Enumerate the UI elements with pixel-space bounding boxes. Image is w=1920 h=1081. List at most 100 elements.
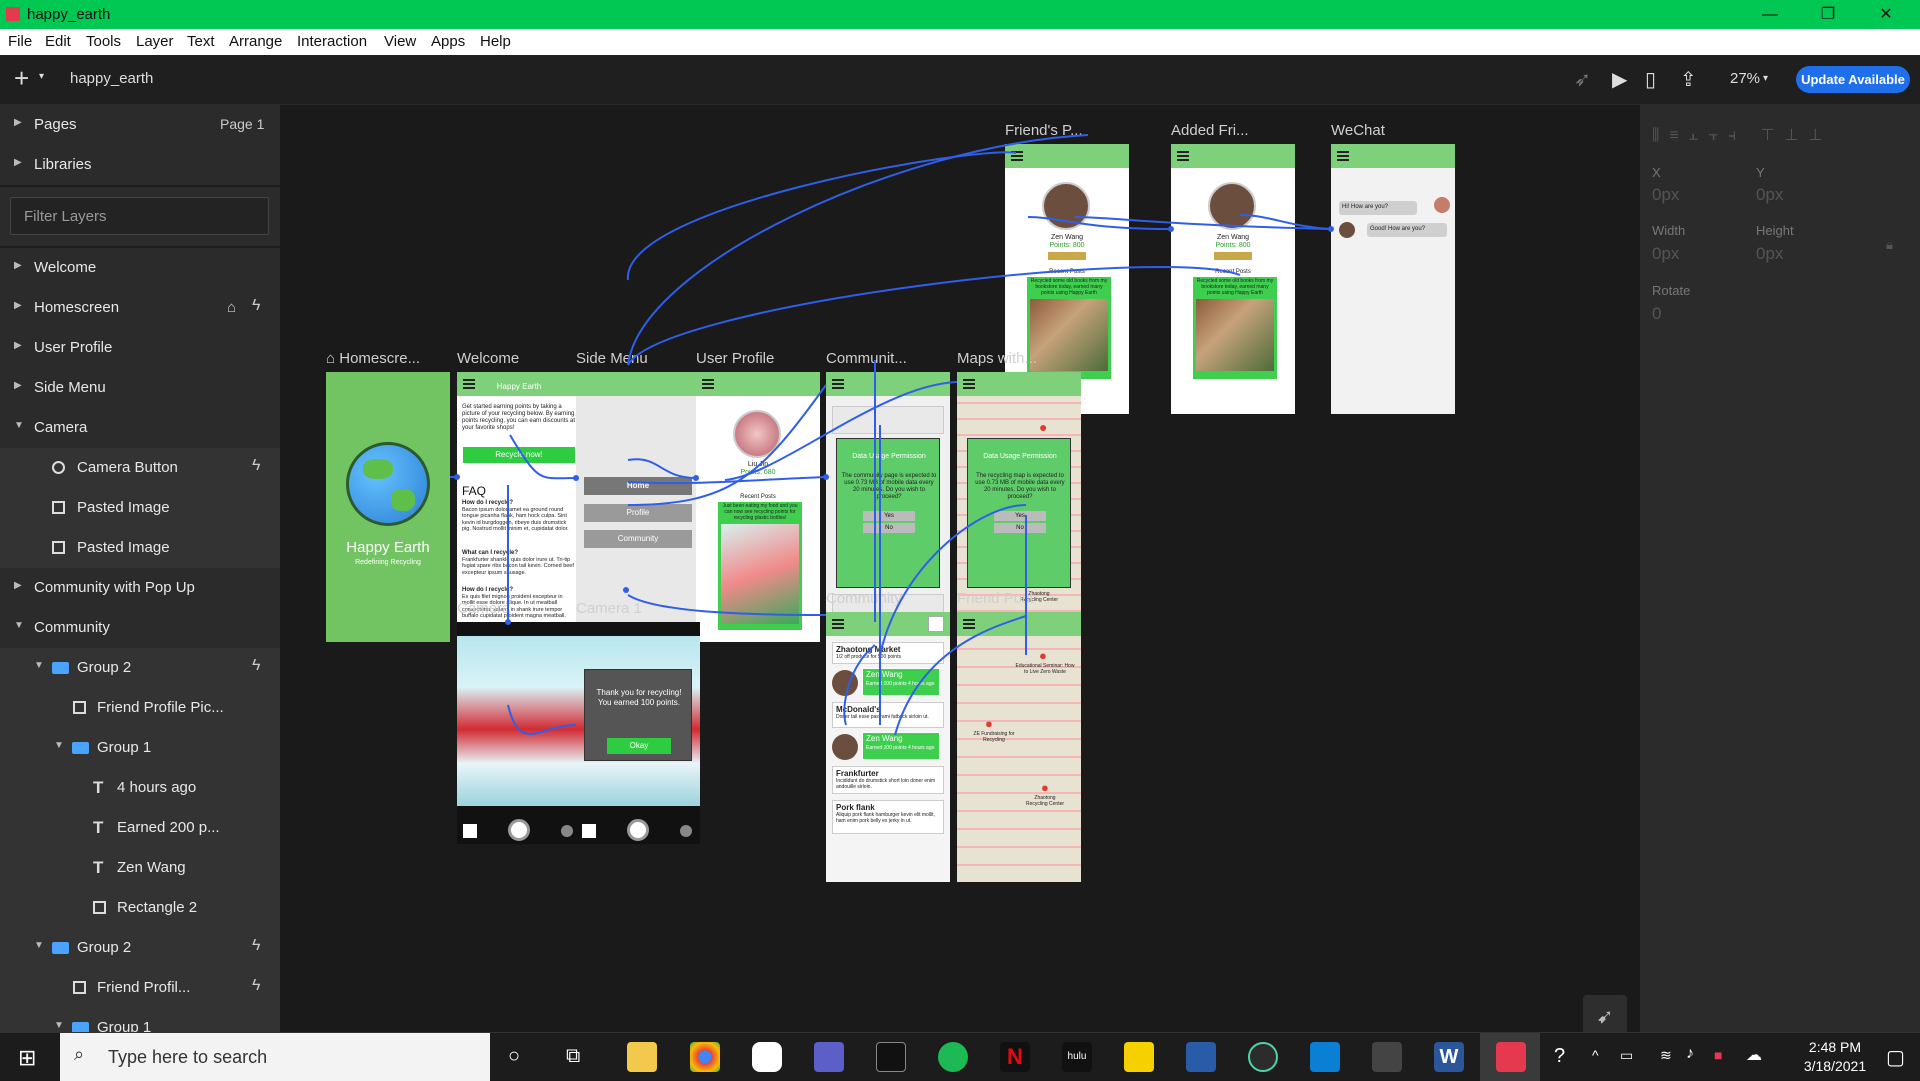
map-pin-icon[interactable]: ●: [1039, 648, 1047, 663]
lock-icon[interactable]: 🔒︎: [1886, 237, 1893, 253]
notification-badge-icon[interactable]: ■: [1714, 1047, 1722, 1063]
yes-button[interactable]: Yes: [994, 511, 1046, 521]
caret-down-icon[interactable]: ▼: [54, 740, 64, 751]
layer-group-1b[interactable]: ▼ Group 1: [0, 1008, 280, 1032]
artboard-camera[interactable]: [457, 622, 581, 844]
onedrive-icon[interactable]: ☁: [1746, 1045, 1762, 1065]
artboard-label-wechat[interactable]: WeChat: [1331, 122, 1385, 139]
task-view-icon[interactable]: ⧉: [566, 1045, 580, 1068]
list-item[interactable]: Pork flank Aliquip pork flank hamburger …: [832, 800, 944, 834]
libraries-row[interactable]: ▶ Libraries: [0, 145, 280, 185]
layer-rectangle-2[interactable]: Rectangle 2: [0, 888, 280, 928]
pages-row[interactable]: ▶ Pages Page 1: [0, 105, 280, 145]
tray-chevron-icon[interactable]: ^: [1592, 1047, 1599, 1063]
terminal-icon[interactable]: [876, 1042, 906, 1072]
hulu-icon[interactable]: hulu: [1062, 1042, 1092, 1072]
caret-right-icon[interactable]: ▶: [14, 340, 22, 351]
artboard-label-community-popup[interactable]: Communit...: [826, 350, 907, 367]
filter-layers-input[interactable]: Filter Layers: [10, 197, 269, 235]
y-field[interactable]: 0px: [1756, 185, 1783, 205]
layer-welcome[interactable]: ▶ Welcome: [0, 248, 280, 288]
artboard-homescreen[interactable]: Happy Earth Redefining Recycling: [326, 372, 450, 642]
camera-shutter-button[interactable]: [627, 819, 649, 841]
cortana-icon[interactable]: ○: [508, 1045, 520, 1068]
caret-right-icon[interactable]: ▶: [14, 300, 22, 311]
map-icon[interactable]: [928, 616, 944, 632]
spotify-icon[interactable]: [938, 1042, 968, 1072]
remote-desktop-icon[interactable]: [1310, 1042, 1340, 1072]
layer-text-zen-wang[interactable]: T Zen Wang: [0, 848, 280, 888]
minimize-button[interactable]: —: [1741, 0, 1799, 29]
close-button[interactable]: ✕: [1857, 0, 1915, 29]
artboard-label-camera1[interactable]: Camera 1: [576, 600, 642, 617]
hamburger-icon[interactable]: [1011, 151, 1023, 161]
layer-friend-profil[interactable]: Friend Profil... ϟ: [0, 968, 280, 1008]
caret-down-icon[interactable]: ▼: [34, 940, 44, 951]
file-explorer-icon[interactable]: [627, 1042, 657, 1072]
list-item[interactable]: McDonald's Doner tail esse pastrami fatb…: [832, 702, 944, 728]
menu-interaction[interactable]: Interaction: [297, 33, 367, 50]
volume-icon[interactable]: ♪: [1686, 1045, 1694, 1063]
activity-card[interactable]: Zen Wang Earned 200 points 4 hours ago: [862, 732, 940, 760]
protopie-icon[interactable]: [1496, 1042, 1526, 1072]
caret-right-icon[interactable]: ▶: [14, 260, 22, 271]
hamburger-icon[interactable]: [963, 619, 975, 629]
word-icon[interactable]: W: [1434, 1042, 1464, 1072]
artboard-label-added-friend[interactable]: Added Fri...: [1171, 122, 1249, 139]
layer-group-2b[interactable]: ▼ Group 2 ϟ: [0, 928, 280, 968]
zoom-level[interactable]: 27%: [1730, 70, 1760, 87]
map-pin-icon[interactable]: ●: [985, 716, 993, 731]
hotspot-icon[interactable]: ➶: [1574, 67, 1591, 92]
artboard-label-welcome[interactable]: Welcome: [457, 350, 519, 367]
menu-home-button[interactable]: Home: [584, 477, 692, 495]
device-preview-icon[interactable]: ▯: [1645, 67, 1656, 92]
hamburger-icon[interactable]: [963, 379, 975, 389]
action-center-icon[interactable]: ▢: [1886, 1045, 1905, 1070]
layer-user-profile[interactable]: ▶ User Profile: [0, 328, 280, 368]
system-clock[interactable]: 2:48 PM 3/18/2021: [1790, 1038, 1880, 1076]
map-pin-icon[interactable]: ●: [1041, 780, 1049, 795]
caret-right-icon[interactable]: ▶: [14, 380, 22, 391]
hamburger-icon[interactable]: [1177, 151, 1189, 161]
taskbar-search-box[interactable]: ⌕ Type here to search: [60, 1033, 490, 1081]
layer-group-1[interactable]: ▼ Group 1: [0, 728, 280, 768]
artboard-label-homescreen[interactable]: ⌂ Homescre...: [326, 350, 420, 367]
menu-view[interactable]: View: [384, 33, 416, 50]
update-available-button[interactable]: Update Available: [1796, 66, 1910, 93]
menu-arrange[interactable]: Arrange: [229, 33, 282, 50]
x-field[interactable]: 0px: [1652, 185, 1679, 205]
camera-shutter-button[interactable]: [508, 819, 530, 841]
yes-button[interactable]: Yes: [863, 511, 915, 521]
layer-friend-profile-pic[interactable]: Friend Profile Pic...: [0, 688, 280, 728]
menu-tools[interactable]: Tools: [86, 33, 121, 50]
menu-profile-button[interactable]: Profile: [584, 504, 692, 522]
recycle-now-button[interactable]: Recycle now!: [463, 447, 575, 463]
windows-start-icon[interactable]: ⊞: [18, 1045, 36, 1071]
wifi-icon[interactable]: ≋: [1660, 1047, 1672, 1064]
artboard-community[interactable]: Zhaotong Market 1/2 off produce for 500 …: [826, 612, 950, 882]
layer-pasted-image[interactable]: Pasted Image: [0, 528, 280, 568]
height-field[interactable]: 0px: [1756, 244, 1783, 264]
layer-group-2[interactable]: ▼ Group 2 ϟ: [0, 648, 280, 688]
menu-edit[interactable]: Edit: [45, 33, 71, 50]
artboard-label-friends-profile[interactable]: Friend's P...: [1005, 122, 1083, 139]
restore-button[interactable]: ❐: [1799, 0, 1857, 29]
hamburger-icon[interactable]: [832, 619, 844, 629]
layer-camera-button[interactable]: Camera Button ϟ: [0, 448, 280, 488]
okay-button[interactable]: Okay: [607, 738, 671, 754]
switch-camera-icon[interactable]: [561, 825, 573, 837]
design-canvas[interactable]: Friend's P... Added Fri... WeChat Zen Wa…: [280, 105, 1640, 1032]
artboard-camera-1[interactable]: Thank you for recycling! You earned 100 …: [576, 622, 700, 844]
caret-right-icon[interactable]: ▶: [14, 580, 22, 591]
page-value[interactable]: Page 1: [220, 116, 264, 132]
teams-icon[interactable]: [814, 1042, 844, 1072]
gallery-thumbnail[interactable]: [582, 824, 596, 838]
list-item[interactable]: Zhaotong Market 1/2 off produce for 500 …: [832, 642, 944, 664]
sticky-notes-icon[interactable]: [1124, 1042, 1154, 1072]
menu-file[interactable]: File: [8, 33, 32, 50]
layer-pasted-image[interactable]: Pasted Image: [0, 488, 280, 528]
powershell-icon[interactable]: [1186, 1042, 1216, 1072]
play-icon[interactable]: ▶: [1612, 67, 1627, 92]
battery-icon[interactable]: ▭: [1620, 1047, 1633, 1064]
switch-camera-icon[interactable]: [680, 825, 692, 837]
